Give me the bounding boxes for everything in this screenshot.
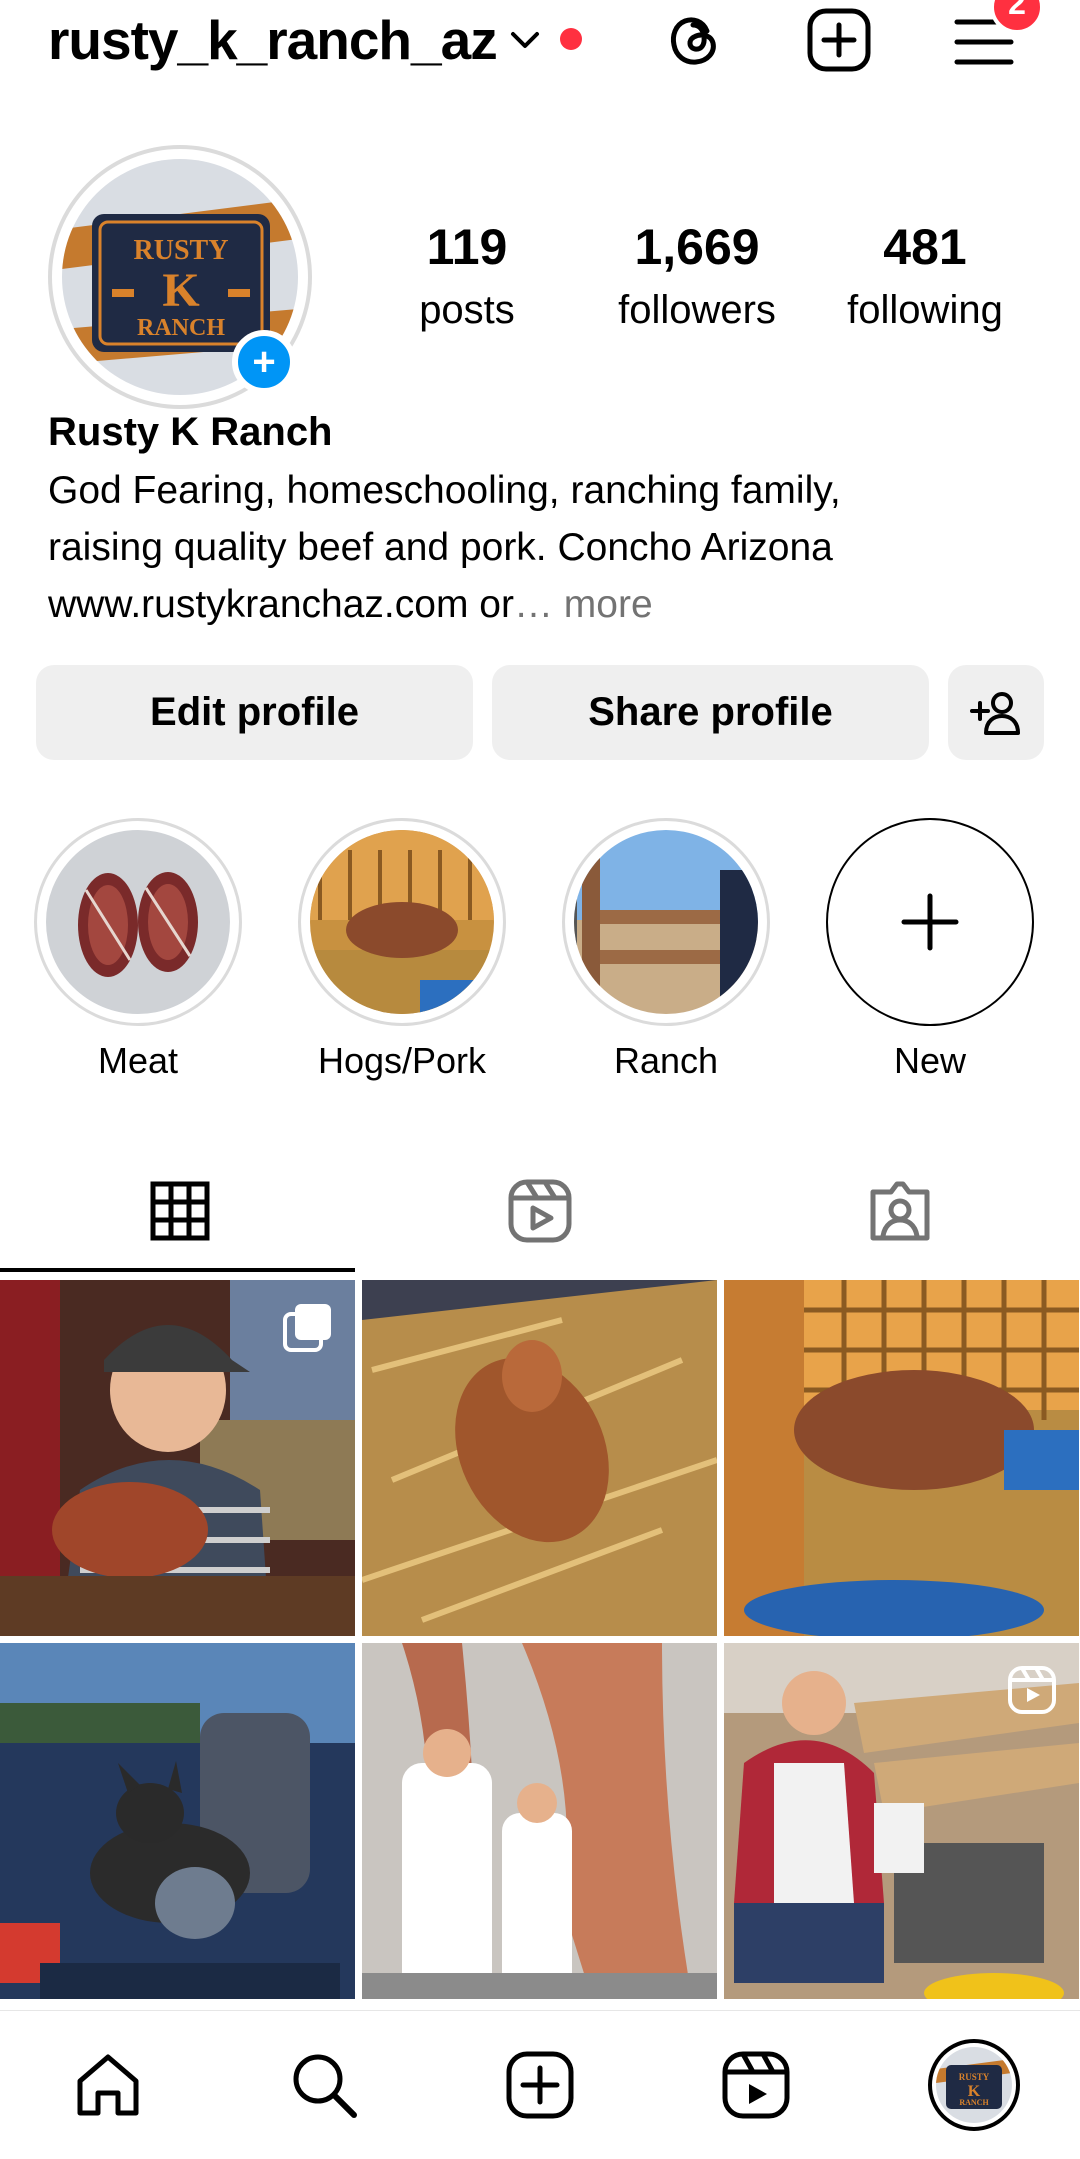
highlight-thumbnail bbox=[46, 830, 230, 1014]
profile-picture: RUSTY K RANCH bbox=[936, 2047, 1012, 2123]
account-username[interactable]: rusty_k_ranch_az bbox=[48, 8, 498, 72]
tab-reels[interactable] bbox=[360, 1150, 720, 1272]
posts-count: 119 bbox=[426, 219, 508, 275]
carousel-icon bbox=[283, 1302, 333, 1357]
account-notification-dot bbox=[560, 28, 582, 50]
home-icon[interactable] bbox=[68, 2045, 148, 2125]
post-thumbnail[interactable] bbox=[0, 1280, 355, 1636]
post-thumbnail[interactable] bbox=[724, 1643, 1079, 1999]
new-highlight-circle bbox=[826, 818, 1034, 1026]
followers-label: followers bbox=[618, 288, 776, 332]
highlight-label: Hogs/Pork bbox=[317, 1040, 487, 1081]
post-thumbnail[interactable] bbox=[362, 1280, 717, 1636]
post-thumbnail[interactable] bbox=[362, 1643, 717, 1999]
create-post-icon[interactable] bbox=[803, 4, 875, 76]
threads-icon[interactable] bbox=[658, 4, 730, 76]
reels-icon bbox=[508, 1179, 572, 1243]
post-thumbnail[interactable] bbox=[724, 1280, 1079, 1636]
grid-icon bbox=[150, 1181, 210, 1241]
bio-link[interactable]: www.rustykranchaz.com or bbox=[48, 583, 514, 626]
display-name: Rusty K Ranch bbox=[48, 410, 333, 454]
chevron-down-icon[interactable] bbox=[505, 20, 545, 60]
post-thumbnail[interactable] bbox=[0, 1643, 355, 1999]
tagged-icon bbox=[870, 1181, 930, 1241]
top-bar: rusty_k_ranch_az 2 bbox=[0, 0, 1080, 86]
logo-text-k: K bbox=[162, 264, 199, 317]
bio-line: God Fearing, homeschooling, ranching fam… bbox=[48, 469, 841, 512]
followers-count: 1,669 bbox=[634, 219, 760, 275]
highlight-label: Ranch bbox=[613, 1040, 719, 1081]
highlight-label: New bbox=[893, 1040, 967, 1081]
add-person-icon bbox=[970, 691, 1020, 735]
bio-more-link[interactable]: … more bbox=[514, 583, 653, 626]
followers-stat[interactable]: 1,669 followers bbox=[592, 222, 802, 330]
reel-icon bbox=[1007, 1665, 1057, 1720]
tab-tagged[interactable] bbox=[720, 1150, 1080, 1272]
logo-text-rusty: RUSTY bbox=[959, 2072, 990, 2082]
discover-people-button[interactable] bbox=[948, 665, 1044, 760]
reels-icon[interactable] bbox=[716, 2045, 796, 2125]
bio-line: raising quality beef and pork. Concho Ar… bbox=[48, 526, 833, 569]
logo-text-ranch: RANCH bbox=[137, 315, 225, 341]
active-tab-indicator bbox=[0, 1268, 355, 1272]
highlight-label: Meat bbox=[97, 1040, 179, 1081]
highlight-hogs-pork[interactable]: Hogs/Pork bbox=[298, 818, 506, 1082]
tab-grid[interactable] bbox=[0, 1150, 360, 1272]
profile-avatar[interactable]: RUSTY K RANCH bbox=[928, 2039, 1020, 2131]
highlight-ranch[interactable]: Ranch bbox=[562, 818, 770, 1082]
logo-text-ranch: RANCH bbox=[959, 2098, 989, 2107]
plus-icon bbox=[901, 893, 959, 951]
share-profile-button[interactable]: Share profile bbox=[492, 665, 929, 760]
edit-profile-button[interactable]: Edit profile bbox=[36, 665, 473, 760]
bio: God Fearing, homeschooling, ranching fam… bbox=[48, 462, 1048, 633]
following-label: following bbox=[847, 288, 1003, 332]
bottom-navigation: RUSTY K RANCH bbox=[0, 2010, 1080, 2159]
highlight-new[interactable]: New bbox=[826, 818, 1034, 1082]
search-icon[interactable] bbox=[284, 2045, 364, 2125]
posts-stat[interactable]: 119 posts bbox=[362, 222, 572, 330]
highlight-thumbnail bbox=[574, 830, 758, 1014]
create-icon[interactable] bbox=[500, 2045, 580, 2125]
highlight-thumbnail bbox=[310, 830, 494, 1014]
following-stat[interactable]: 481 following bbox=[820, 222, 1030, 330]
following-count: 481 bbox=[883, 219, 967, 275]
posts-label: posts bbox=[419, 288, 515, 332]
logo-text-rusty: RUSTY bbox=[134, 235, 229, 266]
highlight-meat[interactable]: Meat bbox=[34, 818, 242, 1082]
bio-line: www.rustykranchaz.com or… more bbox=[48, 576, 1048, 633]
add-story-icon[interactable]: + bbox=[232, 330, 296, 394]
